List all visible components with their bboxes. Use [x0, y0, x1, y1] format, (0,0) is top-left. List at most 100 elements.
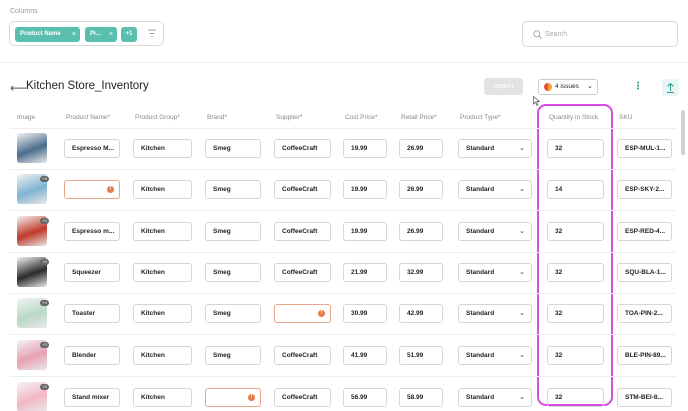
brand-field[interactable]: Smeg: [205, 180, 261, 199]
sku-field[interactable]: BLE-PIN-89...: [617, 346, 672, 365]
product-type-select[interactable]: Standard ⌄: [458, 222, 532, 241]
product-name-field[interactable]: Stand mixer: [64, 388, 120, 407]
supplier-field[interactable]: CoffeeCraft: [274, 346, 331, 365]
sku-field[interactable]: STM-BEI-8...: [617, 388, 672, 407]
col-product-name-header[interactable]: Product Name*: [66, 114, 110, 121]
chip-close-icon[interactable]: ×: [72, 27, 76, 42]
sku-field[interactable]: ESP-MUL-1...: [617, 139, 672, 158]
supplier-field[interactable]: CoffeeCraft: [274, 139, 331, 158]
chip-close-icon[interactable]: ×: [109, 27, 113, 42]
more-options-icon[interactable]: ⋮: [630, 79, 646, 96]
quantity-field[interactable]: 32: [547, 388, 604, 407]
supplier-field[interactable]: !: [274, 304, 331, 323]
quantity-field[interactable]: 14: [547, 180, 604, 199]
arrow-left-icon[interactable]: ⟵: [10, 81, 27, 95]
vertical-scrollbar[interactable]: [681, 110, 685, 155]
col-supplier-header[interactable]: Supplier*: [276, 114, 302, 121]
cost-price-field[interactable]: 41.99: [343, 346, 387, 365]
quantity-field[interactable]: 32: [547, 346, 604, 365]
chip-product-group[interactable]: Pr... ×: [85, 27, 117, 42]
cost-price-field[interactable]: 30.99: [343, 304, 387, 323]
supplier-field[interactable]: CoffeeCraft: [274, 388, 331, 407]
retail-price-field-value: 26.99: [407, 145, 424, 152]
col-brand-header[interactable]: Brand*: [207, 114, 227, 121]
sku-field[interactable]: ESP-SKY-2...: [617, 180, 672, 199]
retail-price-field[interactable]: 58.99: [399, 388, 443, 407]
cost-price-field-value: 21.99: [351, 269, 368, 276]
product-group-field[interactable]: Kitchen: [133, 180, 192, 199]
col-cost-price-header[interactable]: Cost Price*: [345, 114, 378, 121]
retail-price-field[interactable]: 26.99: [399, 222, 443, 241]
product-type-select[interactable]: Standard ⌄: [458, 304, 532, 323]
retail-price-field[interactable]: 26.99: [399, 139, 443, 158]
search-input[interactable]: [545, 27, 665, 42]
product-group-field[interactable]: Kitchen: [133, 139, 192, 158]
quantity-field[interactable]: 32: [547, 222, 604, 241]
supplier-field[interactable]: CoffeeCraft: [274, 180, 331, 199]
sku-field[interactable]: TOA-PIN-2...: [617, 304, 672, 323]
col-quantity-header[interactable]: Quantity in Stock: [549, 114, 598, 121]
product-type-select[interactable]: Standard ⌄: [458, 263, 532, 282]
product-name-field[interactable]: !: [64, 180, 120, 199]
brand-field[interactable]: Smeg: [205, 346, 261, 365]
issues-dropdown[interactable]: 4 issues ⌄: [538, 79, 598, 95]
col-image-header[interactable]: Image: [17, 114, 35, 121]
product-name-field[interactable]: Squeezer: [64, 263, 120, 282]
supplier-field-value: CoffeeCraft: [282, 352, 318, 359]
cost-price-field[interactable]: 21.99: [343, 263, 387, 282]
cost-price-field[interactable]: 19.99: [343, 222, 387, 241]
chevron-down-icon: ⌄: [519, 228, 525, 235]
product-group-field-value: Kitchen: [141, 394, 165, 401]
filter-icon[interactable]: [148, 29, 156, 38]
sku-field-value: ESP-SKY-2...: [625, 186, 665, 193]
col-sku-header[interactable]: SKU: [619, 114, 632, 121]
product-group-field[interactable]: Kitchen: [133, 388, 192, 407]
search-box[interactable]: [522, 21, 678, 47]
product-name-field-value: Stand mixer: [72, 394, 110, 401]
sku-field[interactable]: SQU-BLA-1...: [617, 263, 672, 282]
image-count-badge: +3: [40, 259, 49, 265]
product-group-field[interactable]: Kitchen: [133, 304, 192, 323]
supplier-field[interactable]: CoffeeCraft: [274, 263, 331, 282]
chip-product-name[interactable]: Product Name ×: [15, 27, 80, 42]
brand-field[interactable]: Smeg: [205, 139, 261, 158]
brand-field[interactable]: Smeg: [205, 222, 261, 241]
brand-field[interactable]: !: [205, 388, 261, 407]
cost-price-field[interactable]: 19.99: [343, 180, 387, 199]
import-button[interactable]: Import: [484, 78, 523, 95]
retail-price-field[interactable]: 32.99: [399, 263, 443, 282]
col-product-group-header[interactable]: Product Group*: [135, 114, 180, 121]
brand-field[interactable]: Smeg: [205, 304, 261, 323]
product-group-field[interactable]: Kitchen: [133, 263, 192, 282]
supplier-field-value: CoffeeCraft: [282, 394, 318, 401]
product-name-field[interactable]: Espresso m...: [64, 222, 120, 241]
retail-price-field[interactable]: 51.99: [399, 346, 443, 365]
brand-field-value: Smeg: [213, 310, 231, 317]
brand-field[interactable]: Smeg: [205, 263, 261, 282]
upload-button[interactable]: [662, 79, 679, 96]
product-type-select[interactable]: Standard ⌄: [458, 180, 532, 199]
more-chips-badge[interactable]: +1: [121, 27, 137, 42]
product-group-field[interactable]: Kitchen: [133, 222, 192, 241]
product-type-select[interactable]: Standard ⌄: [458, 346, 532, 365]
cost-price-field[interactable]: 19.99: [343, 139, 387, 158]
product-name-field[interactable]: Espresso M...: [64, 139, 120, 158]
product-name-field[interactable]: Blender: [64, 346, 120, 365]
retail-price-field[interactable]: 26.99: [399, 180, 443, 199]
product-image[interactable]: [17, 133, 47, 163]
supplier-field[interactable]: CoffeeCraft: [274, 222, 331, 241]
quantity-field[interactable]: 32: [547, 304, 604, 323]
sku-field[interactable]: ESP-RED-4...: [617, 222, 672, 241]
quantity-field[interactable]: 32: [547, 263, 604, 282]
cost-price-field[interactable]: 56.99: [343, 388, 387, 407]
product-type-select[interactable]: Standard ⌄: [458, 388, 532, 407]
header-row-divider: [10, 128, 676, 129]
quantity-field[interactable]: 32: [547, 139, 604, 158]
product-name-field[interactable]: Toaster: [64, 304, 120, 323]
product-type-select[interactable]: Standard ⌄: [458, 139, 532, 158]
col-product-type-header[interactable]: Product Type*: [460, 114, 501, 121]
product-group-field[interactable]: Kitchen: [133, 346, 192, 365]
column-filter-box[interactable]: Product Name × Pr... × +1: [9, 21, 164, 46]
col-retail-price-header[interactable]: Retail Price*: [401, 114, 437, 121]
retail-price-field[interactable]: 42.99: [399, 304, 443, 323]
